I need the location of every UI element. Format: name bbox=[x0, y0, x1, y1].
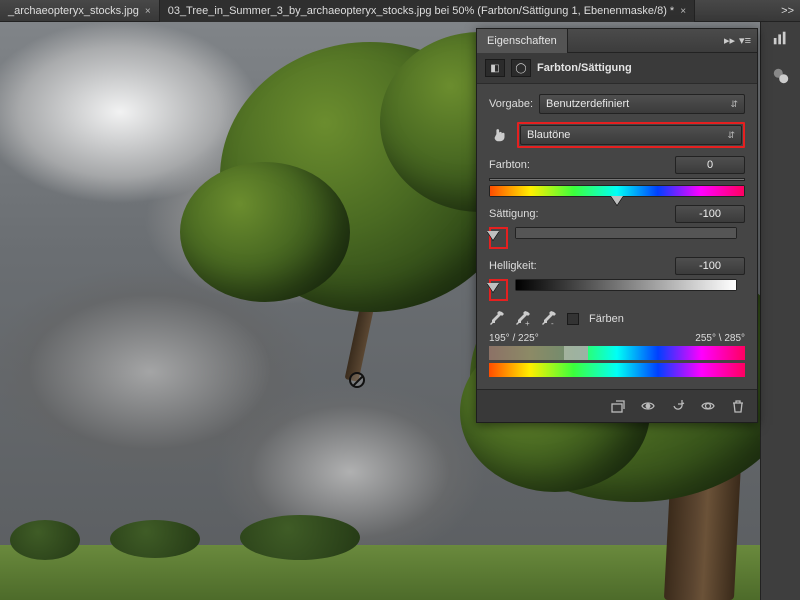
range-right-label: 255° \ 285° bbox=[695, 333, 745, 344]
mask-icon[interactable]: ◯ bbox=[511, 59, 531, 77]
properties-panel: Eigenschaften ▸▸ ▾≡ ◧ ◯ Farbton/Sättigun… bbox=[476, 28, 758, 423]
document-tab[interactable]: 03_Tree_in_Summer_3_by_archaeopteryx_sto… bbox=[160, 0, 695, 22]
panel-header[interactable]: Eigenschaften ▸▸ ▾≡ bbox=[477, 29, 757, 53]
lightness-value-input[interactable]: -100 bbox=[675, 257, 745, 275]
view-previous-icon[interactable] bbox=[639, 398, 657, 414]
eyedropper-subtract-icon[interactable]: - bbox=[541, 311, 557, 327]
reset-icon[interactable] bbox=[669, 398, 687, 414]
tab-label: 03_Tree_in_Summer_3_by_archaeopteryx_sto… bbox=[168, 5, 675, 17]
document-tab[interactable]: _archaeopteryx_stocks.jpg × bbox=[0, 0, 160, 22]
lightness-label: Helligkeit: bbox=[489, 260, 537, 272]
panel-collapse-icon[interactable]: ▸▸ bbox=[724, 34, 735, 47]
svg-text:-: - bbox=[551, 319, 554, 327]
panel-menu-icon[interactable]: ▾≡ bbox=[739, 34, 751, 47]
slider-thumb[interactable] bbox=[487, 231, 499, 240]
hue-label: Farbton: bbox=[489, 159, 530, 171]
eyedropper-add-icon[interactable]: + bbox=[515, 311, 531, 327]
chevron-updown-icon: ⇵ bbox=[727, 130, 735, 141]
channel-select[interactable]: Blautöne ⇵ bbox=[520, 125, 742, 145]
preset-label: Vorgabe: bbox=[489, 98, 533, 110]
hue-range-bar-bottom[interactable] bbox=[489, 363, 745, 377]
close-icon[interactable]: × bbox=[145, 6, 151, 17]
clip-to-layer-icon[interactable] bbox=[609, 398, 627, 414]
adjustment-header: ◧ ◯ Farbton/Sättigung bbox=[477, 53, 757, 84]
tab-label: _archaeopteryx_stocks.jpg bbox=[8, 5, 139, 17]
saturation-slider[interactable] bbox=[515, 227, 737, 239]
delete-icon[interactable] bbox=[729, 398, 747, 414]
range-left-label: 195° / 225° bbox=[489, 333, 539, 344]
eyedropper-icon[interactable] bbox=[489, 311, 505, 327]
svg-text:+: + bbox=[525, 319, 530, 327]
panel-tab[interactable]: Eigenschaften bbox=[477, 29, 568, 53]
colorize-label: Färben bbox=[589, 313, 624, 325]
hue-value-input[interactable]: 0 bbox=[675, 156, 745, 174]
tab-overflow-button[interactable]: >> bbox=[775, 0, 800, 21]
lightness-slider[interactable] bbox=[515, 279, 737, 291]
slider-thumb[interactable] bbox=[487, 283, 499, 292]
document-tab-bar: _archaeopteryx_stocks.jpg × 03_Tree_in_S… bbox=[0, 0, 800, 22]
preset-select[interactable]: Benutzerdefiniert ⇵ bbox=[539, 94, 745, 114]
close-icon[interactable]: × bbox=[680, 6, 686, 17]
adjustment-title: Farbton/Sättigung bbox=[537, 62, 632, 74]
panel-footer bbox=[477, 389, 757, 422]
hue-track-top bbox=[489, 178, 745, 181]
preset-value: Benutzerdefiniert bbox=[546, 98, 629, 110]
adjustment-type-icon[interactable]: ◧ bbox=[485, 59, 505, 77]
histogram-panel-icon[interactable] bbox=[770, 28, 792, 48]
slider-thumb[interactable] bbox=[611, 196, 623, 205]
hue-range-bar-top[interactable] bbox=[489, 346, 745, 360]
saturation-label: Sättigung: bbox=[489, 208, 539, 220]
toggle-visibility-icon[interactable] bbox=[699, 398, 717, 414]
chevron-updown-icon: ⇵ bbox=[730, 99, 738, 110]
channel-value: Blautöne bbox=[527, 129, 570, 141]
swatches-panel-icon[interactable] bbox=[770, 66, 792, 86]
colorize-checkbox[interactable] bbox=[567, 313, 579, 325]
targeted-adjust-icon[interactable] bbox=[489, 125, 511, 145]
no-drop-cursor-icon bbox=[349, 372, 365, 388]
hue-slider[interactable] bbox=[489, 185, 745, 197]
right-dock bbox=[760, 22, 800, 600]
saturation-value-input[interactable]: -100 bbox=[675, 205, 745, 223]
